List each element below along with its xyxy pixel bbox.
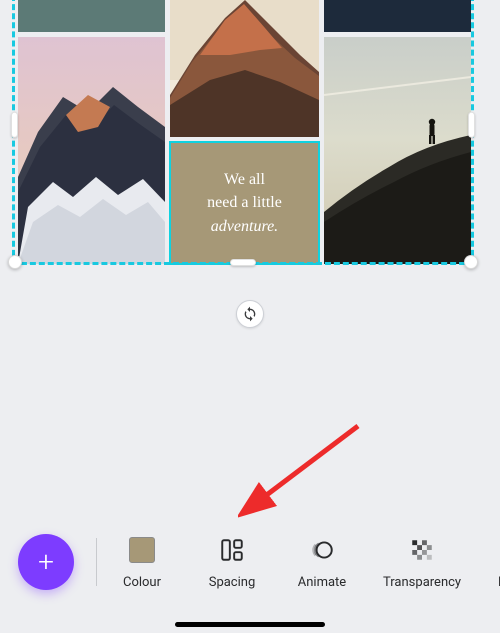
plus-icon: + (38, 548, 54, 576)
tool-label: Animate (298, 575, 346, 590)
tool-position[interactable]: P (487, 535, 500, 590)
colour-swatch-icon (127, 535, 157, 565)
resize-handle-bottom-left[interactable] (8, 255, 22, 269)
bottom-toolbar: + Colour Spacing (0, 517, 500, 607)
selection-outline (12, 0, 474, 265)
resize-handle-left[interactable] (11, 112, 18, 138)
transparency-icon (407, 535, 437, 565)
toolbar-items: Colour Spacing Animate (113, 535, 500, 590)
annotation-arrow (238, 418, 368, 518)
tool-label: Colour (123, 575, 161, 590)
tool-transparency[interactable]: Transparency (383, 535, 461, 590)
tool-colour[interactable]: Colour (113, 535, 171, 590)
tool-label: Transparency (383, 575, 461, 590)
tool-spacing[interactable]: Spacing (203, 535, 261, 590)
resize-handle-bottom[interactable] (230, 259, 256, 266)
resize-handle-bottom-right[interactable] (464, 255, 478, 269)
tool-animate[interactable]: Animate (293, 535, 351, 590)
add-button[interactable]: + (18, 534, 74, 590)
toolbar-divider (96, 538, 97, 586)
spacing-icon (217, 535, 247, 565)
home-indicator[interactable] (175, 622, 325, 627)
animate-icon (307, 535, 337, 565)
resize-handle-right[interactable] (468, 112, 475, 138)
tool-label: Spacing (209, 575, 256, 590)
canvas-area[interactable]: We all need a little adventure. (0, 0, 500, 280)
position-icon (487, 535, 500, 565)
rotate-icon (242, 306, 258, 322)
rotate-button[interactable] (236, 300, 264, 328)
